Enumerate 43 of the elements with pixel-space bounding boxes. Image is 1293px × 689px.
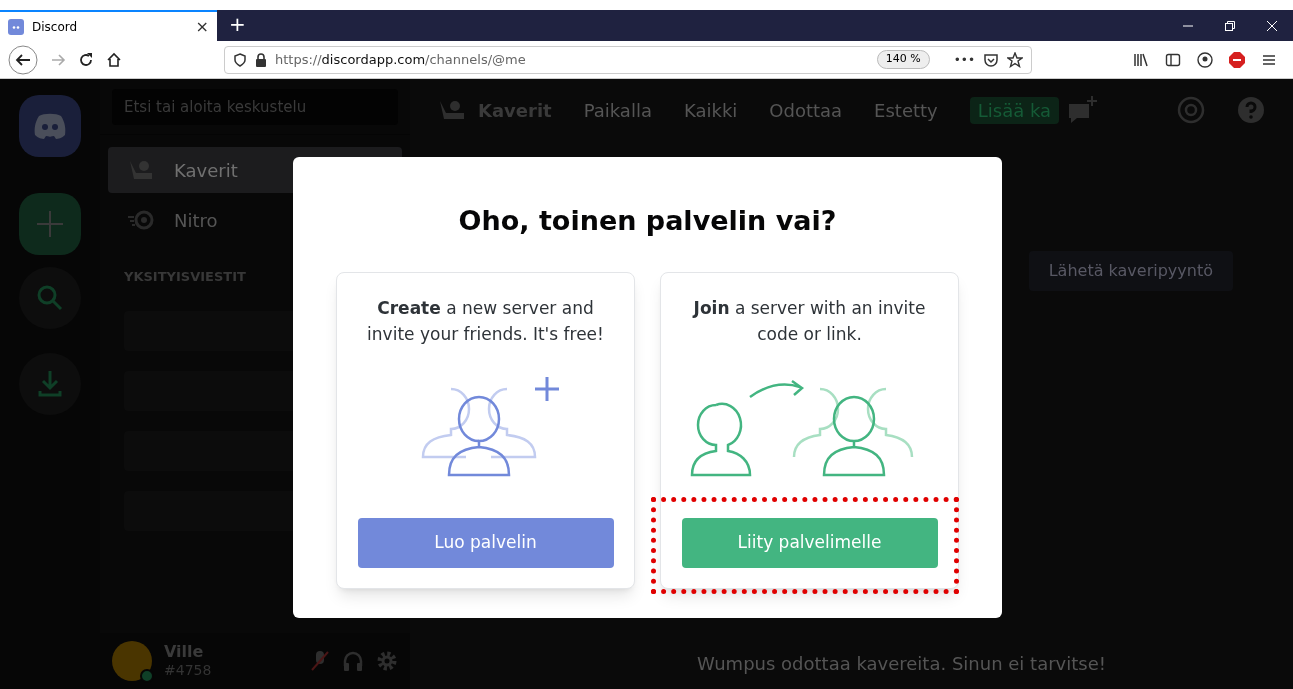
card-description: Create a new server and invite your friends. It's free! bbox=[366, 296, 605, 346]
reload-icon[interactable] bbox=[78, 51, 94, 68]
filter-tab[interactable]: Odottaa bbox=[769, 96, 843, 124]
download-icon bbox=[38, 371, 62, 397]
lock-icon bbox=[255, 52, 267, 67]
sidebar-icon[interactable] bbox=[1165, 51, 1181, 68]
page-actions-button[interactable]: ••• bbox=[953, 50, 975, 69]
pocket-icon[interactable] bbox=[983, 51, 999, 68]
filter-tab[interactable]: Kaikki bbox=[683, 96, 738, 124]
friends-icon bbox=[128, 159, 154, 181]
library-icon[interactable] bbox=[1133, 51, 1149, 68]
url-text: https://discordapp.com/channels/@me bbox=[275, 50, 527, 69]
modal-title: Oho, toinen palvelin vai? bbox=[458, 204, 837, 238]
create-server-button[interactable]: Luo palvelin bbox=[357, 517, 614, 568]
close-tab-button[interactable]: × bbox=[195, 14, 209, 39]
back-icon[interactable] bbox=[8, 44, 38, 75]
nitro-icon bbox=[128, 209, 154, 231]
discord-logo-icon bbox=[32, 112, 68, 140]
card-description: Join a server with an invite code or link. bbox=[691, 296, 927, 346]
nav-label: Kaverit bbox=[174, 158, 238, 183]
search-icon bbox=[37, 285, 63, 311]
zoom-level-badge[interactable]: 140 % bbox=[876, 50, 930, 69]
restore-icon[interactable] bbox=[1225, 20, 1235, 31]
nav-item[interactable]: Nitro bbox=[108, 197, 402, 243]
filter-tab[interactable]: Paikalla bbox=[583, 96, 652, 124]
home-icon[interactable] bbox=[106, 51, 122, 68]
close-icon[interactable] bbox=[1267, 20, 1277, 31]
new-tab-button[interactable]: + bbox=[217, 10, 258, 41]
account-icon[interactable] bbox=[1197, 51, 1213, 68]
friends-icon bbox=[438, 99, 466, 121]
star-icon[interactable] bbox=[1007, 51, 1023, 68]
send-friend-request-button[interactable]: Lähetä kaveripyyntö bbox=[1028, 251, 1233, 291]
address-bar[interactable]: https://discordapp.com/channels/@me 140 % ••• bbox=[224, 45, 1032, 74]
empty-state-text: Wumpus odottaa kavereita. Sinun ei tarvitse! bbox=[697, 652, 1106, 676]
filter-tab[interactable]: Estetty bbox=[874, 96, 938, 124]
adblock-stop-sign-icon[interactable] bbox=[1229, 51, 1245, 68]
join-server-button[interactable]: Liity palvelimelle bbox=[681, 517, 938, 568]
browser-tab[interactable]: Discord × bbox=[0, 10, 217, 41]
plus-icon bbox=[37, 211, 63, 237]
tab-title: Discord bbox=[32, 18, 79, 36]
discord-favicon-icon bbox=[8, 18, 24, 35]
shield-icon bbox=[233, 52, 247, 67]
nav-label: Nitro bbox=[174, 208, 218, 233]
